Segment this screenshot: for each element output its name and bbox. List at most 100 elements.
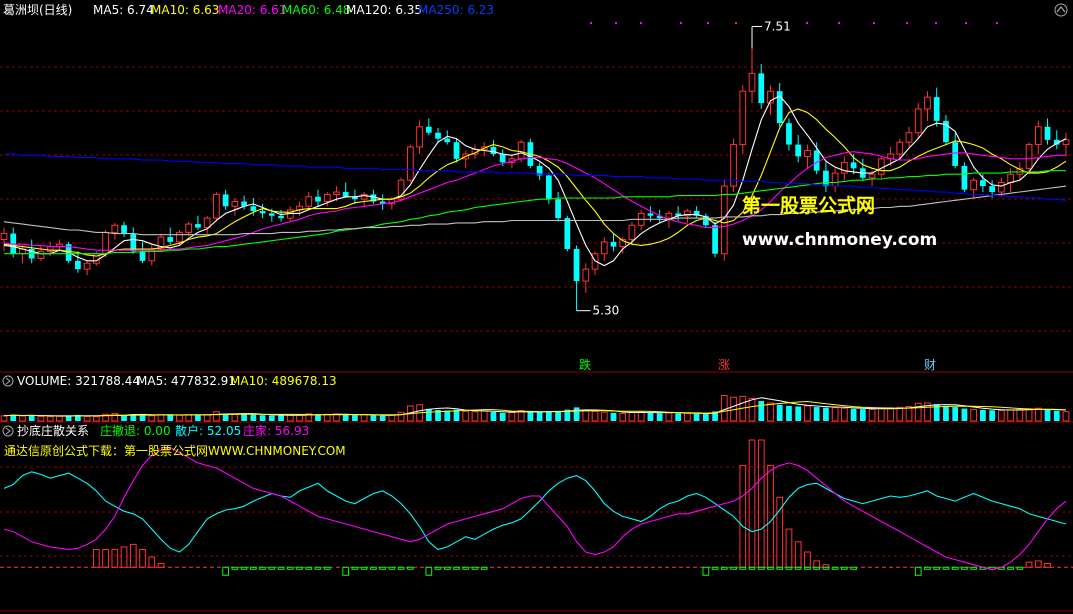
volume-bar xyxy=(268,415,275,421)
candle-body xyxy=(83,262,91,270)
ma5-value: MA5: 6.74 xyxy=(93,3,154,17)
volume-bar xyxy=(767,402,774,422)
volume-value: VOLUME: 321788.44 xyxy=(17,374,140,388)
signal-dot xyxy=(640,22,642,24)
candle-body xyxy=(997,182,1005,193)
volume-bar xyxy=(1016,408,1024,422)
volume-bar xyxy=(56,415,63,422)
candle-body xyxy=(1044,126,1051,140)
signal-dot xyxy=(735,22,737,24)
low-label: 5.30 xyxy=(593,304,620,318)
candle-body xyxy=(213,193,220,219)
volume-ma5: MA5: 477832.91 xyxy=(137,374,236,388)
volume-bar xyxy=(0,415,8,422)
signal-dot xyxy=(906,22,908,24)
candle-body xyxy=(665,212,673,219)
ma250-value: MA250: 6.23 xyxy=(418,3,494,17)
watermark-url: www.chnmoney.com xyxy=(742,230,937,250)
candle-body xyxy=(435,132,441,139)
volume-bar xyxy=(702,414,709,421)
volume-bar xyxy=(748,397,756,422)
volume-bar xyxy=(961,408,968,421)
candle-body xyxy=(250,206,257,212)
volume-bar xyxy=(989,410,995,421)
candle-body xyxy=(1007,173,1014,184)
volume-bar xyxy=(896,406,904,422)
volume-bar xyxy=(877,408,885,422)
candle-body xyxy=(600,241,608,255)
volume-bar xyxy=(582,409,590,422)
volume-bar xyxy=(823,407,829,421)
stock-chart[interactable]: 葛洲坝(日线) MA5: 6.74 MA10: 6.63 MA20: 6.61 … xyxy=(0,0,1073,614)
volume-bar xyxy=(619,412,627,422)
volume-bar xyxy=(19,415,26,422)
volume-bar xyxy=(148,415,156,422)
volume-bar xyxy=(462,410,470,422)
volume-bar xyxy=(259,415,266,421)
volume-bar xyxy=(555,411,561,421)
volume-bar xyxy=(508,412,516,422)
volume-bar xyxy=(499,412,506,421)
candle-body xyxy=(610,241,617,247)
volume-bar xyxy=(203,414,211,422)
candle-body xyxy=(989,186,995,193)
candle-body xyxy=(712,225,718,254)
volume-bar xyxy=(157,414,165,422)
volume-bar xyxy=(471,411,479,422)
candle-body xyxy=(850,162,857,169)
volume-bar xyxy=(980,409,986,421)
candle-body xyxy=(167,237,174,242)
ma60-value: MA60: 6.48 xyxy=(282,3,350,17)
volume-bar xyxy=(352,415,358,421)
signal-dot xyxy=(590,22,592,24)
volume-bar xyxy=(296,414,303,422)
signal-dot xyxy=(680,22,682,24)
candle-body xyxy=(905,132,913,143)
volume-bar xyxy=(997,410,1005,422)
volume-bar xyxy=(527,411,534,421)
candle-body xyxy=(786,123,792,145)
candle-body xyxy=(499,154,506,163)
candle-body xyxy=(980,180,986,187)
candle-body xyxy=(185,223,193,233)
volume-bar xyxy=(185,414,193,422)
volume-bar xyxy=(1044,409,1051,421)
ma20-value: MA20: 6.61 xyxy=(218,3,286,17)
volume-bar xyxy=(37,415,45,422)
marker-wealth: 财 xyxy=(924,358,936,372)
candle-body xyxy=(877,158,885,175)
volume-bar xyxy=(241,414,247,421)
volume-header: VOLUME: 321788.44 MA5: 477832.91 MA10: 4… xyxy=(2,374,337,388)
volume-bar xyxy=(490,412,497,421)
candle-body xyxy=(333,191,340,195)
signal-dot xyxy=(707,22,709,24)
volume-bar xyxy=(684,412,691,422)
volume-bar xyxy=(315,414,321,421)
volume-bar xyxy=(610,412,617,421)
candle-body xyxy=(111,224,119,233)
volume-bar xyxy=(600,411,608,422)
volume-bar xyxy=(250,414,257,421)
volume-bar xyxy=(693,413,700,421)
volume-bar xyxy=(286,414,294,422)
candle-body xyxy=(748,72,756,92)
candle-body xyxy=(231,201,239,207)
candle-body xyxy=(564,218,571,249)
candle-body xyxy=(970,179,978,191)
volume-bar xyxy=(758,400,765,421)
indicator-retail: 散户: 52.05 xyxy=(175,423,241,438)
volume-bar xyxy=(92,416,100,422)
volume-bar xyxy=(360,414,368,422)
candle-body xyxy=(823,170,829,187)
candle-body xyxy=(0,233,8,240)
volume-bar xyxy=(46,416,54,422)
candle-body xyxy=(961,165,968,190)
candle-body xyxy=(739,90,747,146)
candle-body xyxy=(176,231,183,243)
volume-bar xyxy=(545,411,552,421)
volume-bar xyxy=(1053,410,1060,421)
indicator-dealer: 庄家: 56.93 xyxy=(243,423,309,438)
volume-bar xyxy=(647,412,654,421)
candle-body xyxy=(758,73,765,104)
candle-body xyxy=(259,211,266,214)
